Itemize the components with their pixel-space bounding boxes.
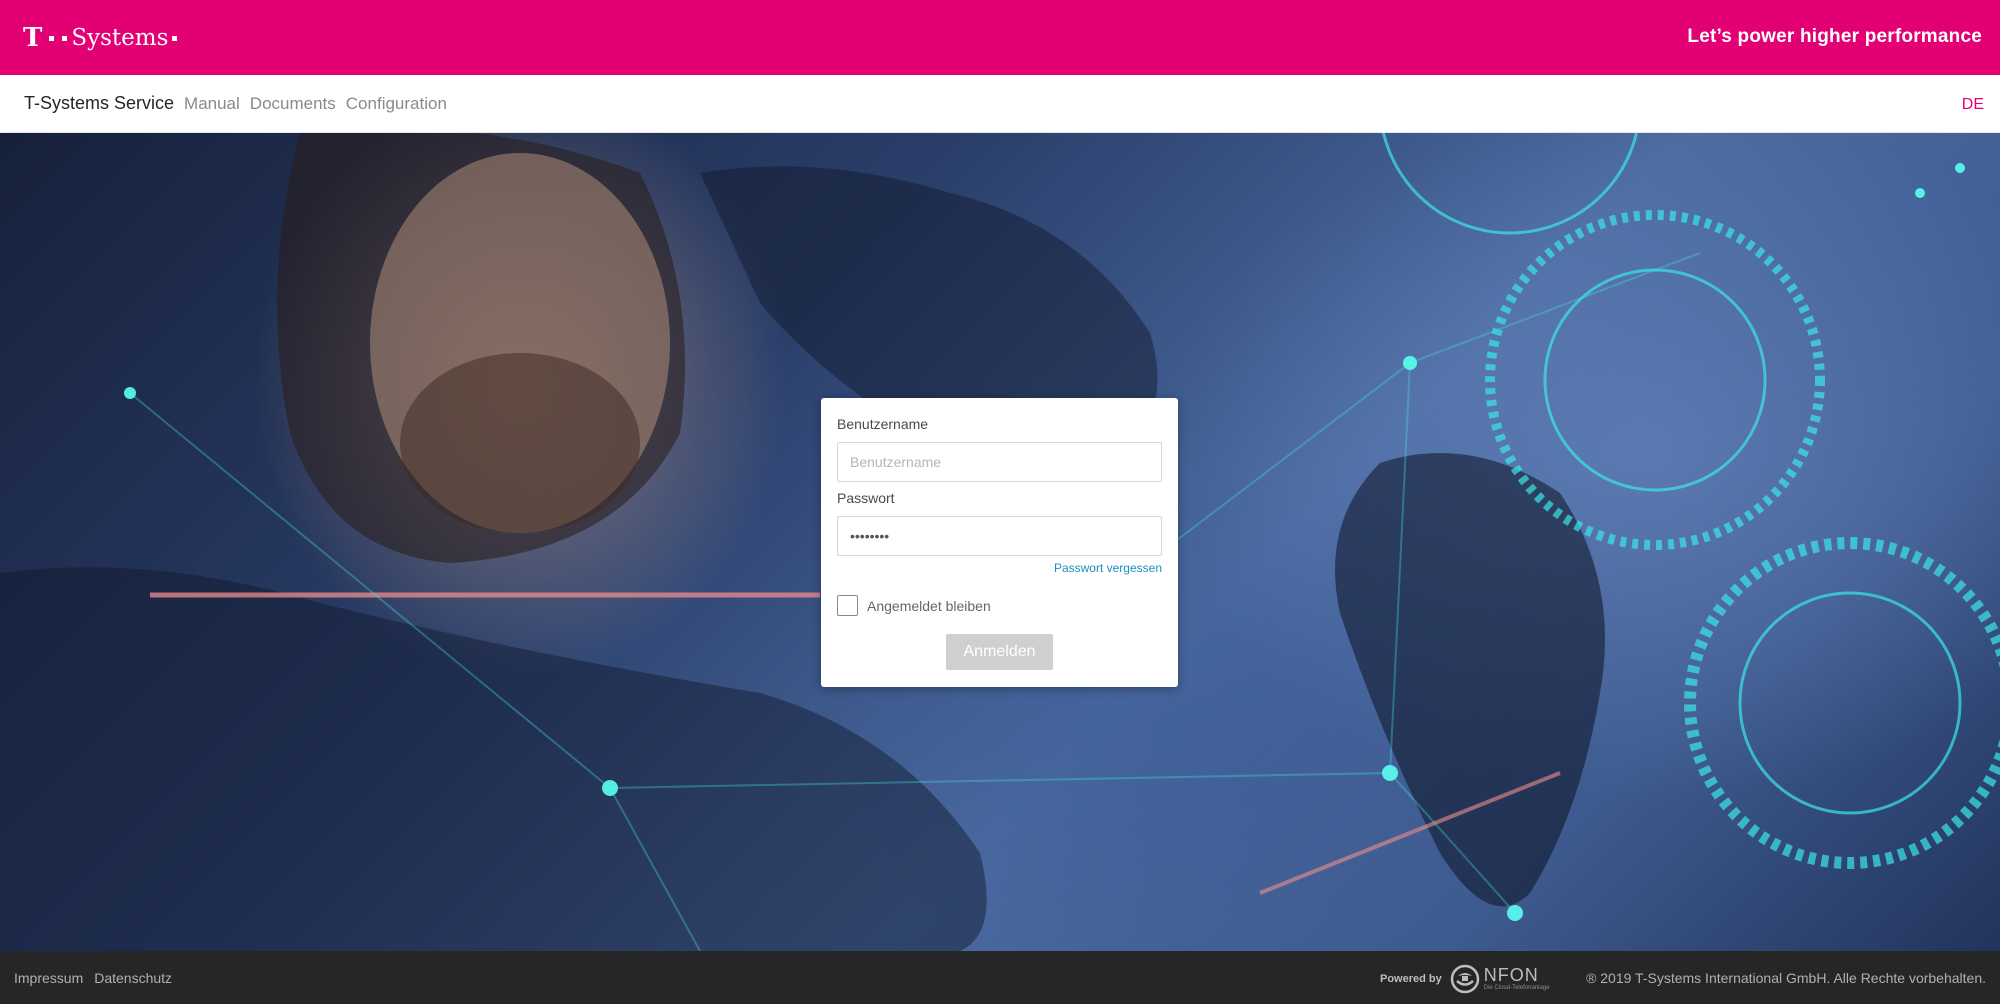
holo-ring xyxy=(1485,210,1825,550)
top-bar: T Systems Let’s power higher performance xyxy=(0,0,2000,75)
powered-by-label: Powered by xyxy=(1380,973,1442,985)
nav-item-manual[interactable]: Manual xyxy=(184,94,240,114)
username-input[interactable] xyxy=(837,442,1162,482)
footer-links: Impressum Datenschutz xyxy=(14,970,172,986)
remember-me-label: Angemeldet bleiben xyxy=(867,597,991,614)
login-button[interactable]: Anmelden xyxy=(946,634,1053,670)
nfon-wordmark: NFON Die Cloud-Telefonanlage xyxy=(1484,966,1550,992)
language-switcher[interactable]: DE xyxy=(1962,96,1984,114)
network-node xyxy=(1507,905,1523,921)
network-node xyxy=(1403,356,1417,370)
brand-t-mark: T xyxy=(23,23,43,53)
login-form: Benutzername Passwort Passwort vergessen… xyxy=(821,398,1178,687)
footer-link-datenschutz[interactable]: Datenschutz xyxy=(94,970,172,986)
nfon-logo-icon xyxy=(1450,964,1479,994)
copyright-text: ® 2019 T-Systems International GmbH. All… xyxy=(1586,970,1986,986)
holo-ring xyxy=(1381,133,1639,235)
holo-ring xyxy=(1543,268,1767,492)
footer-link-impressum[interactable]: Impressum xyxy=(14,970,83,986)
password-label: Passwort xyxy=(837,490,895,506)
network-node xyxy=(1915,188,1925,198)
footer: Impressum Datenschutz Powered by NFON Di… xyxy=(0,951,2000,1004)
network-node xyxy=(124,387,136,399)
holo-ring xyxy=(1684,537,2000,869)
holo-ring xyxy=(1738,591,1962,815)
slogan: Let’s power higher performance xyxy=(1687,26,1982,47)
network-node xyxy=(1382,765,1398,781)
brand-name: Systems xyxy=(71,25,169,51)
brand-dot-icon xyxy=(49,35,55,41)
nav-menu: T-Systems Service Manual Documents Confi… xyxy=(24,93,447,114)
nfon-name: NFON xyxy=(1483,965,1539,985)
remember-me-toggle[interactable]: Angemeldet bleiben xyxy=(837,595,991,616)
portrait-beard xyxy=(400,353,640,533)
username-label: Benutzername xyxy=(837,416,929,432)
network-node xyxy=(1955,163,1965,173)
nav-home-link[interactable]: T-Systems Service xyxy=(24,93,174,114)
nav-bar: T-Systems Service Manual Documents Confi… xyxy=(0,75,2000,133)
brand-logo[interactable]: T Systems xyxy=(23,22,181,54)
forgot-password-link[interactable]: Passwort vergessen xyxy=(1054,561,1162,575)
brand-dot-icon xyxy=(62,35,68,41)
network-node xyxy=(602,780,618,796)
nfon-tagline: Die Cloud-Telefonanlage xyxy=(1483,985,1550,991)
password-input[interactable] xyxy=(837,516,1162,556)
nav-item-documents[interactable]: Documents xyxy=(250,94,336,114)
powered-by-badge[interactable]: Powered by NFON Die Cloud-Telefonanlage xyxy=(1380,964,1549,994)
brand-dot-icon xyxy=(172,35,178,41)
remember-me-checkbox[interactable] xyxy=(837,595,858,616)
nav-item-configuration[interactable]: Configuration xyxy=(346,94,447,114)
